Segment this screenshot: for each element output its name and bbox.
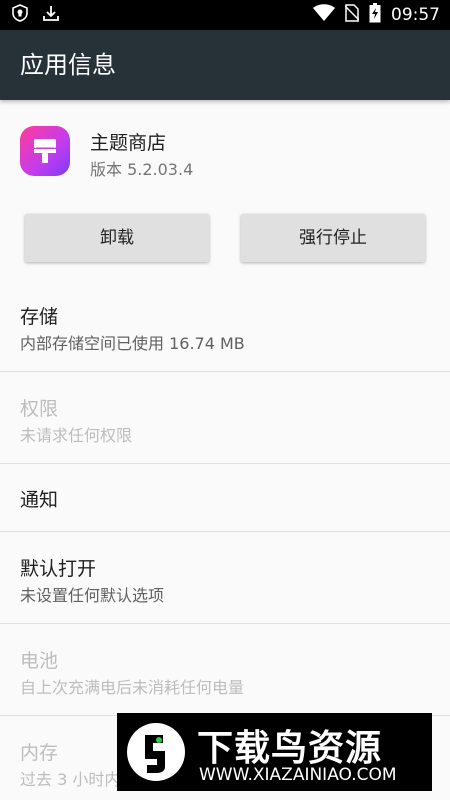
pref-storage-title: 存储 bbox=[20, 306, 59, 328]
download-icon bbox=[42, 4, 60, 26]
app-header: 主题商店 版本 5.2.03.4 bbox=[0, 100, 450, 210]
no-sim-icon bbox=[344, 4, 360, 26]
pref-permissions-title: 权限 bbox=[20, 398, 59, 420]
pref-memory-title: 内存 bbox=[20, 742, 59, 764]
watermark-banner: 下载鸟资源 WWW.XIAZAINIAO.COM bbox=[117, 713, 432, 791]
status-time: 09:57 bbox=[391, 5, 440, 25]
wifi-icon bbox=[313, 4, 335, 26]
uninstall-button[interactable]: 卸载 bbox=[25, 214, 209, 262]
page-title: 应用信息 bbox=[20, 51, 116, 79]
app-version: 版本 5.2.03.4 bbox=[90, 160, 194, 179]
pref-battery-summary: 自上次充满电后未消耗任何电量 bbox=[20, 678, 245, 697]
pref-permissions[interactable]: 权限 未请求任何权限 bbox=[0, 372, 450, 464]
shield-icon bbox=[12, 4, 28, 26]
pref-open-by-default-summary: 未设置任何默认选项 bbox=[20, 586, 165, 605]
pref-storage[interactable]: 存储 内部存储空间已使用 16.74 MB bbox=[0, 280, 450, 372]
pref-battery[interactable]: 电池 自上次充满电后未消耗任何电量 bbox=[0, 624, 450, 716]
watermark-text: 下载鸟资源 bbox=[197, 728, 383, 769]
pref-battery-title: 电池 bbox=[20, 650, 59, 672]
pref-notifications[interactable]: 通知 bbox=[0, 464, 450, 532]
status-right-icons: 09:57 bbox=[313, 0, 440, 30]
pref-open-by-default-title: 默认打开 bbox=[20, 558, 97, 580]
pref-permissions-summary: 未请求任何权限 bbox=[20, 426, 133, 445]
theme-store-app-icon bbox=[20, 126, 70, 176]
battery-charging-icon bbox=[369, 3, 381, 27]
status-bar: 09:57 bbox=[0, 0, 450, 30]
force-stop-button[interactable]: 强行停止 bbox=[241, 214, 425, 262]
pref-storage-summary: 内部存储空间已使用 16.74 MB bbox=[20, 334, 245, 353]
bird-logo-icon bbox=[125, 721, 187, 787]
pref-open-by-default[interactable]: 默认打开 未设置任何默认选项 bbox=[0, 532, 450, 624]
pref-memory-summary: 过去 3 小时内 bbox=[20, 770, 121, 789]
app-bar: 应用信息 bbox=[0, 30, 450, 100]
app-name: 主题商店 bbox=[90, 132, 167, 154]
pref-notifications-title: 通知 bbox=[20, 489, 59, 511]
status-left-icons bbox=[12, 0, 60, 30]
watermark-url: WWW.XIAZAINIAO.COM bbox=[199, 765, 397, 785]
